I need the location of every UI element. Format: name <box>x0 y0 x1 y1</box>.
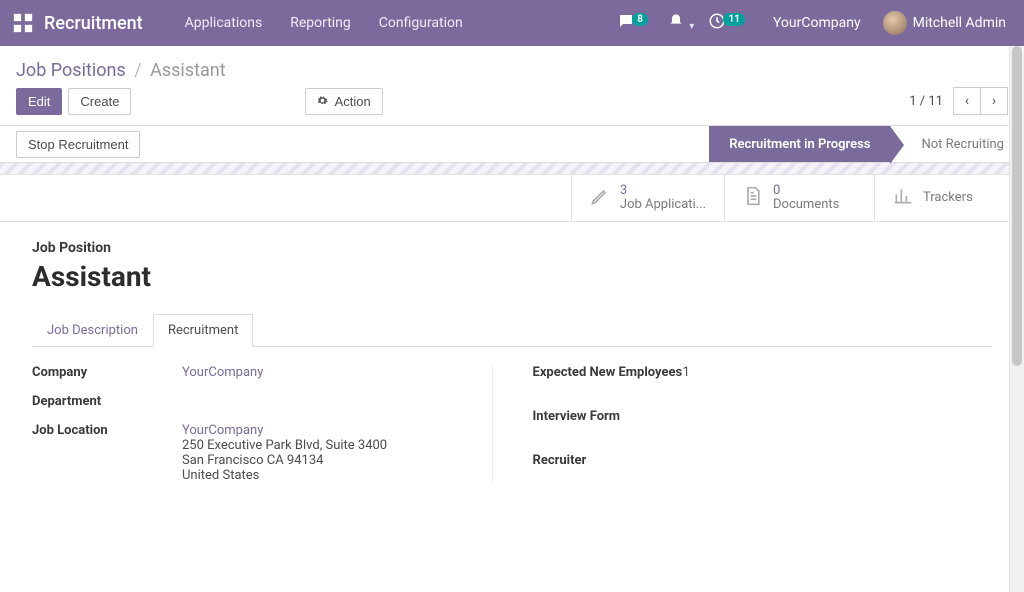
stop-recruitment-button[interactable]: Stop Recruitment <box>16 131 140 158</box>
control-panel: Edit Create Action 1 / 11 ‹ › <box>0 87 1024 125</box>
stat-trackers[interactable]: Trackers <box>874 175 1024 221</box>
stage-not-recruiting[interactable]: Not Recruiting <box>890 126 1024 162</box>
stat-apps-count: 3 <box>620 184 706 198</box>
company-selector[interactable]: YourCompany <box>765 15 869 31</box>
chevron-left-icon: ‹ <box>965 93 969 109</box>
location-company-link[interactable]: YourCompany <box>182 423 472 438</box>
action-label: Action <box>335 94 371 109</box>
tab-recruitment[interactable]: Recruitment <box>153 314 253 347</box>
messages-icon[interactable]: 8 <box>617 12 654 34</box>
stat-trackers-label: Trackers <box>923 191 973 205</box>
nav-reporting[interactable]: Reporting <box>276 15 365 31</box>
document-icon <box>743 186 763 210</box>
value-expected-new: 1 <box>683 365 973 380</box>
value-job-location: YourCompany 250 Executive Park Blvd, Sui… <box>182 423 472 483</box>
activities-icon[interactable]: 11 <box>708 12 751 34</box>
avatar <box>883 11 907 35</box>
pager-prev-button[interactable]: ‹ <box>953 87 981 115</box>
breadcrumb-current: Assistant <box>150 60 226 81</box>
chevron-right-icon: › <box>992 93 996 109</box>
nav-configuration[interactable]: Configuration <box>365 15 477 31</box>
value-company[interactable]: YourCompany <box>182 365 263 380</box>
stat-job-applications[interactable]: 3 Job Applicati... <box>571 175 724 221</box>
bar-chart-icon <box>893 186 913 210</box>
label-interview-form: Interview Form <box>533 409 683 424</box>
edit-button[interactable]: Edit <box>16 88 62 115</box>
create-button[interactable]: Create <box>68 88 131 115</box>
form-hatch <box>0 163 1024 175</box>
activities-badge: 11 <box>723 13 744 26</box>
label-department: Department <box>32 394 182 409</box>
form-view: Job Position Assistant Job Description R… <box>0 222 1024 523</box>
tab-job-description[interactable]: Job Description <box>32 314 153 347</box>
systray: 8 ▾ 11 YourCompany Mitchell Admin <box>617 11 1006 35</box>
pencil-icon <box>590 186 610 210</box>
record-title: Assistant <box>32 260 992 293</box>
button-box: 3 Job Applicati... 0 Documents Trackers <box>0 175 1024 222</box>
status-bar: Stop Recruitment Recruitment in Progress… <box>0 125 1024 163</box>
gear-icon <box>317 94 328 109</box>
location-country: United States <box>182 468 472 483</box>
location-street: 250 Executive Park Blvd, Suite 3400 <box>182 438 472 453</box>
chevron-down-icon: ▾ <box>689 21 694 32</box>
pager-text[interactable]: 1 / 11 <box>909 94 943 109</box>
action-dropdown[interactable]: Action <box>305 88 383 115</box>
vertical-scrollbar[interactable] <box>1009 46 1024 592</box>
notifications-icon[interactable]: ▾ <box>668 13 694 33</box>
pager-next-button[interactable]: › <box>980 87 1008 115</box>
user-name: Mitchell Admin <box>913 15 1006 31</box>
stat-docs-count: 0 <box>773 184 839 198</box>
breadcrumb: Job Positions / Assistant <box>0 46 1024 87</box>
scrollbar-thumb[interactable] <box>1012 46 1022 366</box>
label-expected-new: Expected New Employees <box>533 365 683 380</box>
apps-icon[interactable] <box>12 12 34 34</box>
stat-documents[interactable]: 0 Documents <box>724 175 874 221</box>
stage-recruitment-in-progress[interactable]: Recruitment in Progress <box>709 126 890 162</box>
section-label: Job Position <box>32 240 992 256</box>
label-company: Company <box>32 365 182 380</box>
stat-docs-label: Documents <box>773 198 839 212</box>
location-city: San Francisco CA 94134 <box>182 453 472 468</box>
breadcrumb-root[interactable]: Job Positions <box>16 60 126 81</box>
nav-applications[interactable]: Applications <box>171 15 277 31</box>
label-recruiter: Recruiter <box>533 453 683 468</box>
label-job-location: Job Location <box>32 423 182 438</box>
app-brand[interactable]: Recruitment <box>44 13 143 34</box>
breadcrumb-separator: / <box>134 60 141 81</box>
tabs: Job Description Recruitment <box>32 313 992 347</box>
user-menu[interactable]: Mitchell Admin <box>883 11 1006 35</box>
topbar: Recruitment Applications Reporting Confi… <box>0 0 1024 46</box>
stat-apps-label: Job Applicati... <box>620 198 706 212</box>
messages-badge: 8 <box>632 13 648 26</box>
